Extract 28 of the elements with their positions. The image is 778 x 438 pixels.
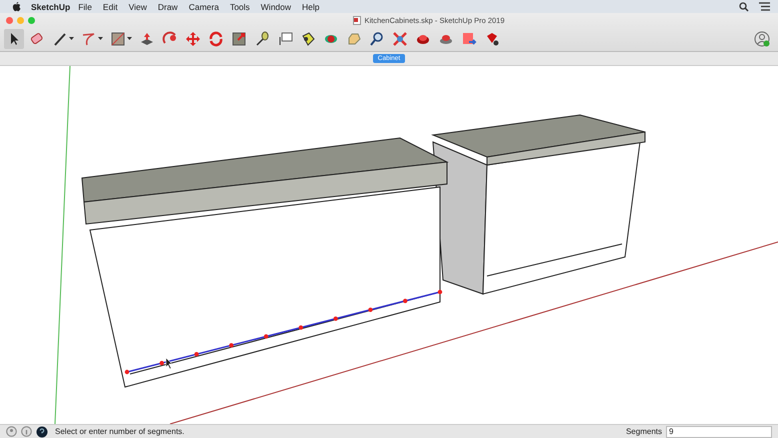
menu-item[interactable]: Edit — [102, 2, 118, 12]
caret-icon[interactable] — [69, 37, 74, 40]
help-icon[interactable] — [36, 426, 48, 438]
status-message: Select or enter number of segments. — [55, 427, 184, 436]
pencil-icon[interactable] — [52, 30, 68, 46]
caret-icon[interactable] — [98, 37, 103, 40]
menu-item[interactable]: Draw — [158, 2, 178, 12]
info-icon[interactable] — [21, 426, 32, 437]
arc-icon[interactable] — [81, 30, 97, 46]
app-menu[interactable]: SketchUp — [31, 2, 70, 12]
menu-item[interactable]: File — [78, 2, 92, 12]
menu-item[interactable]: View — [128, 2, 147, 12]
caret-icon[interactable] — [127, 37, 132, 40]
cursor-icon — [166, 358, 172, 370]
menu-icon[interactable] — [759, 2, 770, 11]
search-icon[interactable] — [739, 2, 749, 12]
user-account-icon[interactable] — [754, 30, 770, 46]
apple-logo-icon[interactable] — [12, 1, 21, 12]
menu-item[interactable]: Tools — [230, 2, 250, 12]
menu-item[interactable]: Window — [260, 2, 292, 12]
rectangle-icon[interactable] — [110, 30, 126, 46]
menu-item[interactable]: Camera — [188, 2, 219, 12]
document-icon — [353, 16, 362, 25]
geolocation-icon[interactable] — [6, 426, 17, 437]
measurement-field[interactable]: 9 — [666, 426, 772, 438]
close-button[interactable] — [6, 17, 13, 24]
menu-item[interactable]: Help — [302, 2, 320, 12]
measurement-label: Segments — [626, 427, 662, 436]
